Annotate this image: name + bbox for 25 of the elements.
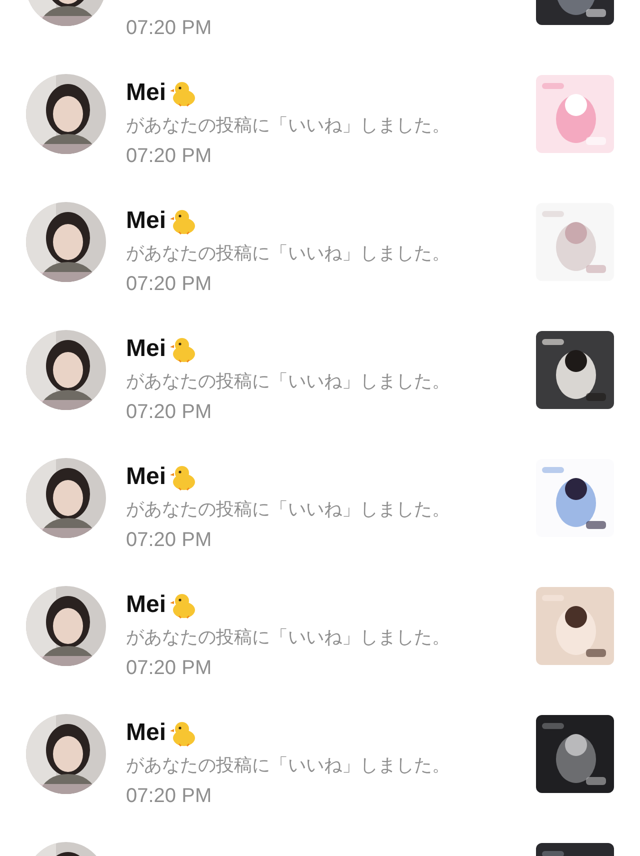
timestamp: 07:20 PM: [126, 784, 213, 809]
chick-icon: [169, 719, 198, 747]
notification-message: があなたの投稿に「いいね」しました。: [126, 114, 451, 138]
notification-message: があなたの投稿に「いいね」しました。: [126, 626, 451, 650]
user-name[interactable]: Mei: [126, 591, 166, 619]
timestamp: 07:20 PM: [126, 400, 213, 425]
user-name[interactable]: Mei: [126, 335, 166, 363]
timestamp: 07:20 PM: [126, 656, 213, 681]
timestamp: 07:20 PM: [126, 272, 213, 297]
timestamp: 07:20 PM: [126, 144, 213, 169]
notification-message: があなたの投稿に「いいね」しました。: [126, 498, 451, 522]
user-name[interactable]: Mei: [126, 207, 166, 235]
chick-icon: [169, 591, 198, 619]
notification-message: があなたの投稿に「いいね」しました。: [126, 370, 451, 394]
timestamp: 07:20 PM: [126, 528, 213, 553]
notification-message: があなたの投稿に「いいね」しました。: [126, 754, 451, 778]
user-name[interactable]: Mei: [126, 463, 166, 491]
notification-message: があなたの投稿に「いいね」しました。: [126, 242, 451, 266]
chick-icon: [169, 79, 198, 107]
timestamp: 07:20 PM: [126, 16, 213, 41]
chick-icon: [169, 335, 198, 363]
user-name[interactable]: Mei: [126, 79, 166, 107]
user-name[interactable]: Mei: [126, 719, 166, 747]
chick-icon: [169, 463, 198, 491]
chick-icon: [169, 207, 198, 235]
